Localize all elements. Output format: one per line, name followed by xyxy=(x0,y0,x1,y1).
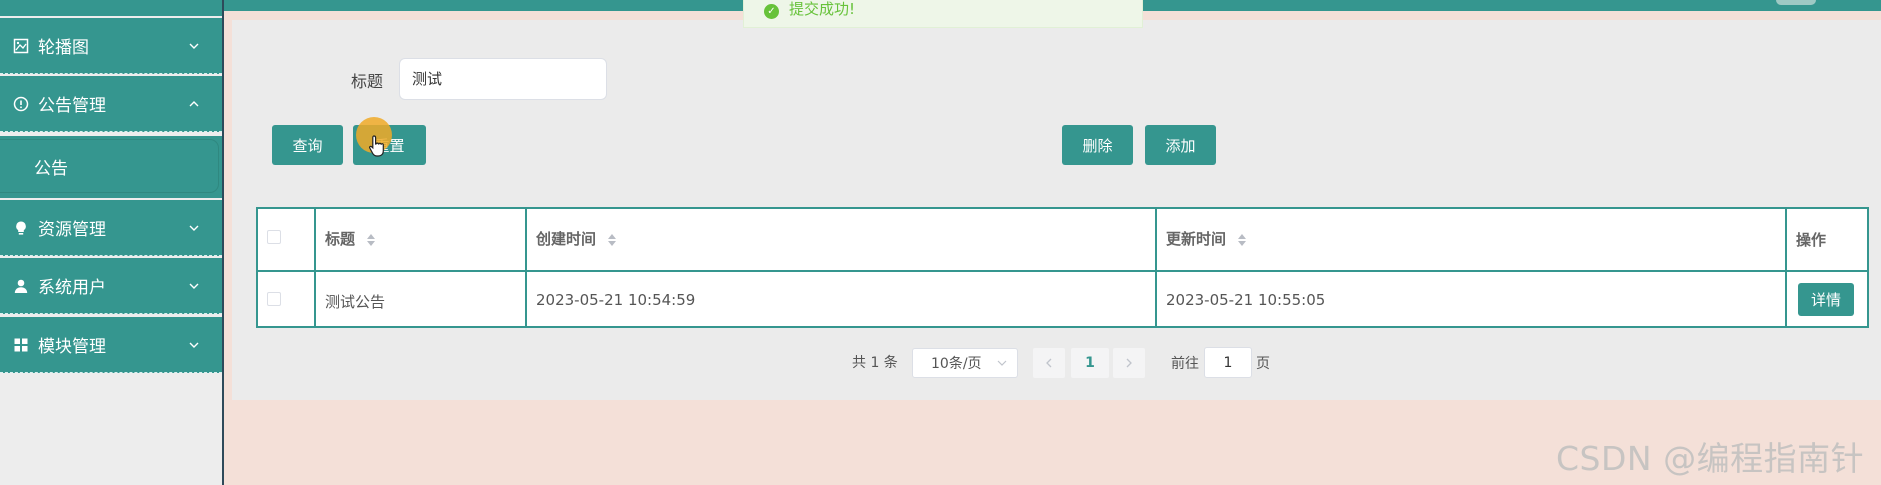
row-checkbox[interactable] xyxy=(267,292,281,306)
chevron-down-icon xyxy=(997,360,1007,366)
sidebar-top-strip xyxy=(0,0,222,16)
chevron-right-icon xyxy=(1126,358,1132,368)
title-search-input[interactable]: 测试 xyxy=(399,58,607,100)
success-toast: ✓ 提交成功! xyxy=(743,0,1143,28)
sidebar-item-label: 轮播图 xyxy=(38,38,89,58)
sort-icon xyxy=(1238,233,1247,246)
sort-icon xyxy=(608,233,617,246)
page-size-value: 10条/页 xyxy=(931,356,982,372)
cell-updated-time: 2023-05-21 10:55:05 xyxy=(1166,291,1326,309)
page-number-current[interactable]: 1 xyxy=(1071,348,1109,378)
delete-button[interactable]: 删除 xyxy=(1062,125,1133,165)
table-header-title[interactable]: 标题 xyxy=(325,228,376,249)
page-unit-label: 页 xyxy=(1256,356,1270,372)
sort-icon xyxy=(367,233,376,246)
table-header-label: 更新时间 xyxy=(1166,230,1227,248)
sidebar-item-label: 资源管理 xyxy=(38,220,106,240)
table-header-label: 标题 xyxy=(325,230,356,248)
table-header-created[interactable]: 创建时间 xyxy=(536,228,617,249)
next-page-button[interactable] xyxy=(1113,348,1145,378)
info-circle-icon xyxy=(12,95,30,113)
select-all-checkbox[interactable] xyxy=(267,230,281,244)
chevron-up-icon xyxy=(189,100,199,106)
sidebar-item-carousel[interactable]: 轮播图 xyxy=(0,18,222,74)
sidebar-item-label: 公告管理 xyxy=(38,96,106,116)
chevron-down-icon xyxy=(189,283,199,289)
chevron-down-icon xyxy=(189,342,199,348)
sidebar-subitem-notice[interactable]: 公告 xyxy=(0,140,218,192)
bulb-icon xyxy=(12,219,30,237)
detail-button[interactable]: 详情 xyxy=(1798,283,1854,316)
chevron-left-icon xyxy=(1046,358,1052,368)
table-header-updated[interactable]: 更新时间 xyxy=(1166,228,1247,249)
prev-page-button[interactable] xyxy=(1033,348,1065,378)
chevron-down-icon xyxy=(189,225,199,231)
notice-table xyxy=(256,207,1869,328)
goto-page-input[interactable]: 1 xyxy=(1204,347,1252,378)
cell-title: 测试公告 xyxy=(325,293,386,311)
sidebar-item-resource-management[interactable]: 资源管理 xyxy=(0,200,222,256)
sidebar: 轮播图 公告管理 公告 资源管理 系统用户 模块管理 xyxy=(0,0,224,485)
watermark: CSDN @编程指南针 xyxy=(1556,439,1865,478)
sidebar-item-system-users[interactable]: 系统用户 xyxy=(0,258,222,314)
query-button[interactable]: 查询 xyxy=(272,125,343,165)
pagination-total: 共 1 条 xyxy=(852,355,898,371)
table-column-select xyxy=(258,209,316,326)
sidebar-item-label: 系统用户 xyxy=(38,278,106,298)
cell-created-time: 2023-05-21 10:54:59 xyxy=(536,291,696,309)
sidebar-subitem-label: 公告 xyxy=(34,158,68,179)
grid-icon xyxy=(12,336,30,354)
page-size-select[interactable]: 10条/页 xyxy=(912,348,1018,378)
table-header-divider xyxy=(258,270,1867,272)
toast-message: 提交成功! xyxy=(789,0,856,18)
chevron-down-icon xyxy=(189,43,199,49)
sidebar-item-notice-management[interactable]: 公告管理 xyxy=(0,76,222,132)
table-header-actions: 操作 xyxy=(1796,231,1827,249)
sidebar-item-label: 模块管理 xyxy=(38,337,106,357)
title-field-label: 标题 xyxy=(351,72,384,91)
header-avatar[interactable] xyxy=(1776,0,1816,5)
image-icon xyxy=(12,37,30,55)
table-header-label: 创建时间 xyxy=(536,230,597,248)
goto-label: 前往 xyxy=(1171,356,1199,372)
check-circle-icon: ✓ xyxy=(764,4,779,19)
user-icon xyxy=(12,277,30,295)
hand-cursor-icon xyxy=(369,135,384,157)
add-button[interactable]: 添加 xyxy=(1145,125,1216,165)
sidebar-item-module-management[interactable]: 模块管理 xyxy=(0,317,222,373)
